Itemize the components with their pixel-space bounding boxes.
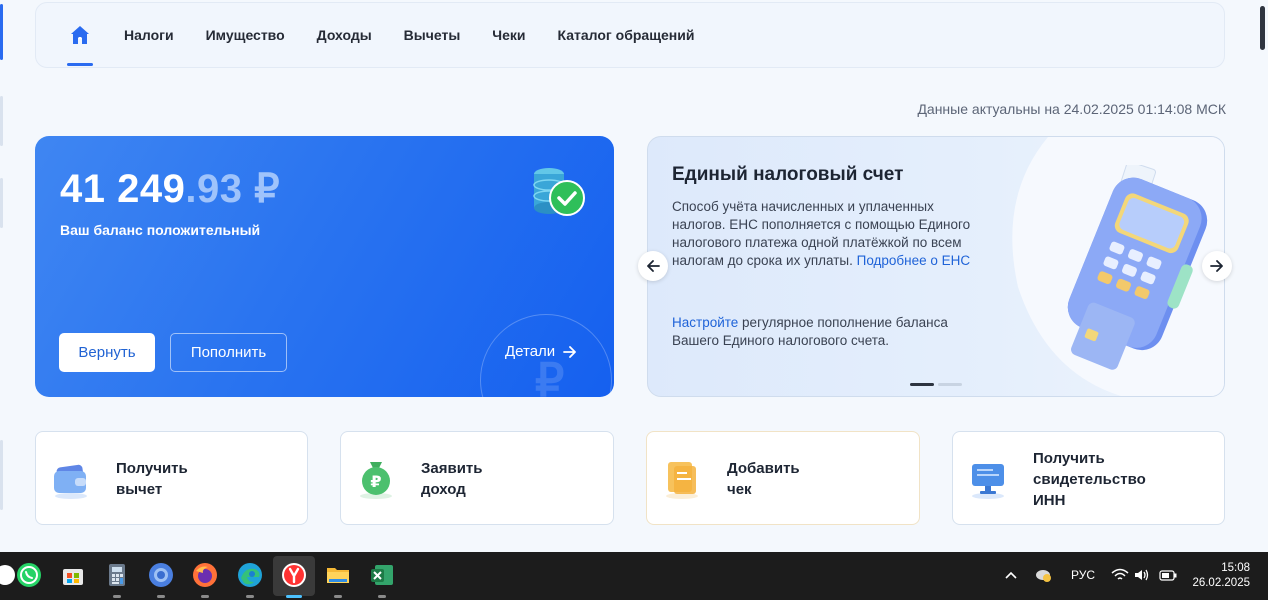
taskbar-running-indicator — [157, 595, 165, 598]
excel-icon[interactable] — [369, 562, 395, 588]
topup-button[interactable]: Пополнить — [170, 333, 287, 372]
balance-amount-int: 41 249 — [60, 167, 186, 211]
ens-description: Способ учёта начисленных и уплаченных на… — [672, 198, 972, 270]
action-income-label: Заявить доход — [421, 460, 483, 498]
calculator-icon[interactable] — [104, 562, 130, 588]
payment-terminal-illustration — [1067, 165, 1208, 370]
nav-item-receipts[interactable]: Чеки — [492, 27, 525, 43]
action-receipt-label: Добавить чек — [727, 460, 800, 498]
taskbar-running-indicator — [334, 595, 342, 598]
sidebar-edge-segment — [0, 178, 3, 228]
details-label: Детали — [505, 343, 556, 360]
carousel-next-button[interactable] — [1202, 251, 1232, 281]
yandex-browser-icon[interactable] — [281, 562, 307, 588]
taskbar-running-indicator — [113, 595, 121, 598]
taskbar-running-indicator — [201, 595, 209, 598]
action-card-deduction[interactable]: Получить вычет — [35, 431, 308, 525]
ens-setup-text: Настройте регулярное пополнение баланса … — [672, 314, 982, 350]
data-timestamp: Данные актуальны на 24.02.2025 01:14:08 … — [917, 101, 1226, 117]
action-card-receipt[interactable]: Добавить чек — [646, 431, 920, 525]
nav-active-underline — [67, 62, 93, 66]
chevron-up-icon[interactable] — [1004, 570, 1018, 580]
carousel-dot[interactable] — [938, 383, 962, 386]
ens-info-card: Единый налоговый счет Способ учёта начис… — [647, 136, 1225, 397]
action-inn-label: Получить свидетельство ИНН — [1033, 450, 1146, 509]
sidebar-active-marker — [0, 4, 3, 60]
nav-item-appeals-catalog[interactable]: Каталог обращений — [558, 27, 695, 43]
taskbar-running-indicator — [378, 595, 386, 598]
nav-item-property[interactable]: Имущество — [206, 27, 285, 43]
ens-title: Единый налоговый счет — [672, 164, 904, 185]
home-icon[interactable] — [67, 24, 93, 66]
microsoft-store-icon[interactable] — [60, 562, 86, 588]
wallet-icon — [54, 464, 87, 499]
svg-text:₽: ₽ — [370, 472, 381, 491]
weather-cloud-icon[interactable] — [1034, 567, 1054, 583]
windows-taskbar: РУС 15:08 26.02.2025 — [0, 552, 1268, 600]
arrow-right-icon — [563, 345, 577, 358]
arrow-right-icon — [1210, 260, 1223, 272]
carousel-prev-button[interactable] — [638, 251, 668, 281]
receipt-icon — [666, 462, 698, 499]
nav-item-income[interactable]: Доходы — [317, 27, 372, 43]
arrow-left-icon — [647, 260, 660, 272]
left-sidebar-edge — [0, 0, 4, 552]
carousel-dot-active[interactable] — [910, 383, 934, 386]
ens-setup-link[interactable]: Настройте — [672, 315, 738, 330]
edge-icon[interactable] — [237, 562, 263, 588]
action-card-income[interactable]: ₽ Заявить доход — [340, 431, 614, 525]
sidebar-edge-segment — [0, 440, 3, 510]
computer-certificate-icon — [972, 464, 1004, 499]
taskbar-active-indicator — [286, 595, 302, 598]
volume-icon[interactable] — [1133, 568, 1151, 582]
whatsapp-icon[interactable] — [16, 562, 42, 588]
coins-check-icon — [529, 166, 587, 218]
money-bag-icon: ₽ — [360, 462, 392, 499]
top-navigation: Налоги Имущество Доходы Вычеты Чеки Ката… — [35, 2, 1225, 68]
firefox-icon[interactable] — [192, 562, 218, 588]
system-clock[interactable]: 15:08 26.02.2025 — [1192, 561, 1250, 591]
sidebar-edge-segment — [0, 96, 3, 146]
action-deduction-label: Получить вычет — [116, 460, 188, 498]
clock-date: 26.02.2025 — [1192, 577, 1250, 589]
balance-amount: 41 249.93 ₽ — [60, 166, 280, 212]
balance-status: Ваш баланс положительный — [60, 222, 261, 238]
file-explorer-icon[interactable] — [325, 562, 351, 588]
battery-icon[interactable] — [1159, 570, 1177, 581]
chrome-icon[interactable] — [148, 562, 174, 588]
wifi-icon[interactable] — [1111, 568, 1129, 582]
ens-more-link[interactable]: Подробнее о ЕНС — [857, 253, 971, 268]
keyboard-language[interactable]: РУС — [1071, 568, 1095, 582]
clock-time: 15:08 — [1221, 562, 1250, 574]
scrollbar-thumb[interactable] — [1260, 6, 1265, 50]
details-link[interactable]: Детали — [505, 343, 577, 360]
nav-item-taxes[interactable]: Налоги — [124, 27, 174, 43]
taskbar-running-indicator — [246, 595, 254, 598]
balance-amount-frac: .93 ₽ — [185, 167, 281, 211]
balance-card: ₽ 41 249.93 ₽ Ваш баланс положительный В… — [35, 136, 614, 397]
nav-item-deductions[interactable]: Вычеты — [404, 27, 461, 43]
action-card-inn[interactable]: Получить свидетельство ИНН — [952, 431, 1225, 525]
carousel-pagination — [910, 383, 962, 386]
return-button[interactable]: Вернуть — [59, 333, 155, 372]
